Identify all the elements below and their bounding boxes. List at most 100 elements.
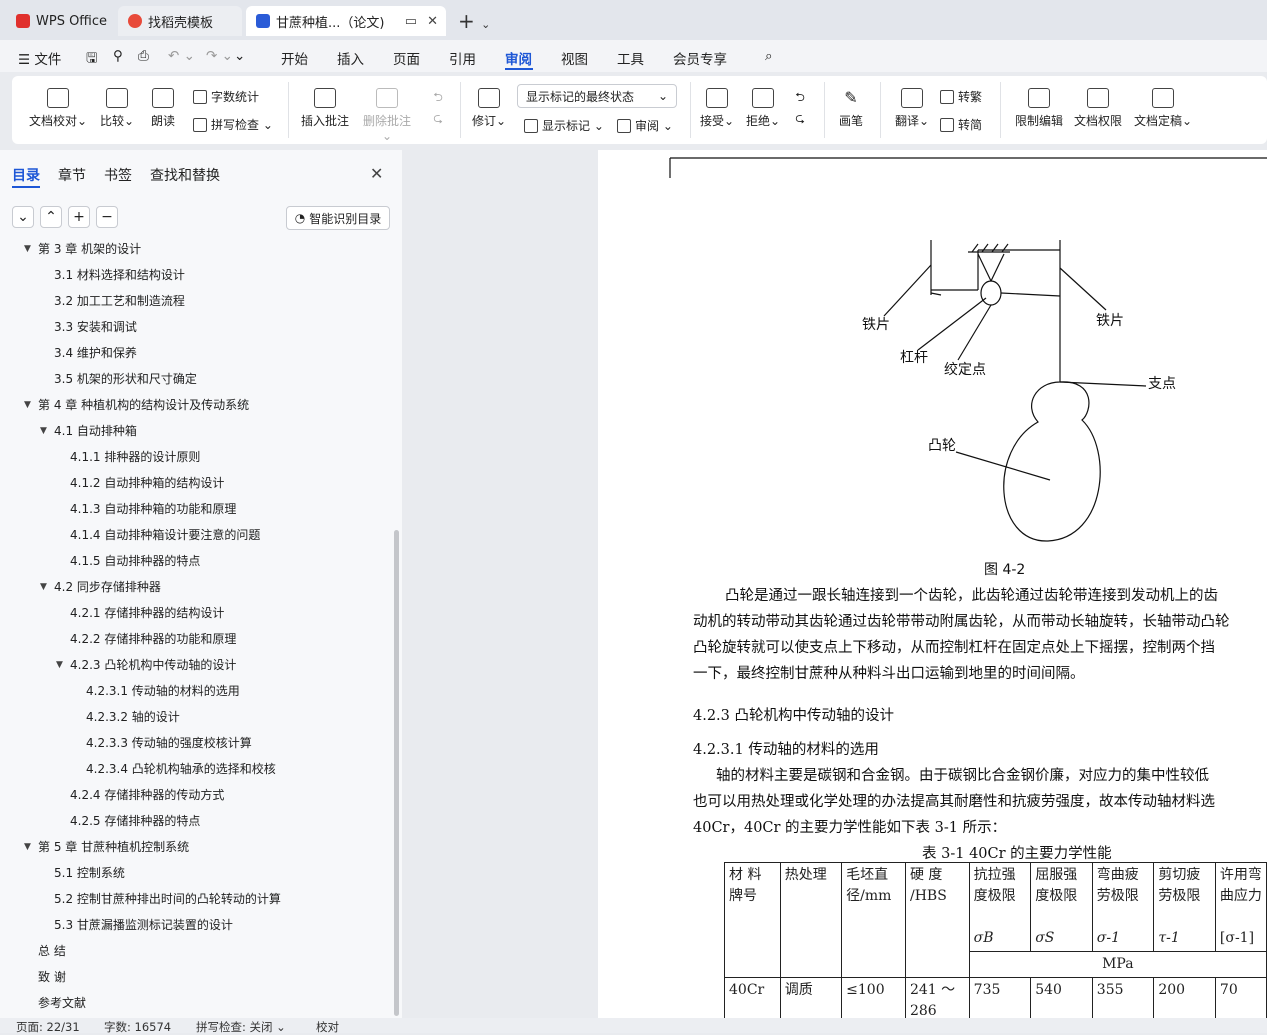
toc-item[interactable]: 总 结	[38, 942, 66, 959]
smart-toc-button[interactable]: ◔ 智能识别目录	[286, 206, 390, 230]
toc-item[interactable]: 4.1.2 自动排种箱的结构设计	[70, 474, 224, 491]
compare-button[interactable]: 比较⌄	[96, 88, 138, 129]
caret-down-icon[interactable]: ▼	[24, 400, 31, 410]
header-cell: 热处理	[779, 862, 843, 978]
toc-item[interactable]: 3.1 材料选择和结构设计	[54, 266, 185, 283]
close-icon[interactable]: ✕	[427, 14, 438, 29]
redo-icon[interactable]: ↷ ⌄	[206, 48, 233, 64]
toc-item[interactable]: 4.1.1 排种器的设计原则	[70, 448, 200, 465]
nav-tab-bookmarks[interactable]: 书签	[104, 165, 132, 185]
finalize-button[interactable]: 文档定稿⌄	[1132, 88, 1194, 129]
menu-tools[interactable]: 工具	[617, 48, 644, 68]
menu-view[interactable]: 视图	[561, 48, 588, 68]
restrict-edit-button[interactable]: 限制编辑	[1012, 88, 1066, 129]
nav-scrollbar[interactable]	[394, 530, 399, 1016]
nav-tab-toc[interactable]: 目录	[12, 165, 40, 185]
tab-template[interactable]: 找稻壳模板	[118, 6, 242, 36]
word-count-button[interactable]: 字数统计	[193, 88, 259, 105]
delete-comment-button[interactable]: 删除批注⌄	[358, 88, 416, 143]
menu-home[interactable]: 开始	[281, 48, 308, 68]
read-aloud-button[interactable]: 朗读	[146, 88, 180, 129]
caret-down-icon[interactable]: ▼	[40, 426, 47, 436]
tab-document[interactable]: 甘蔗种植...（论文) ▭ ✕	[246, 6, 446, 36]
search-icon[interactable]: ⌕	[765, 48, 773, 64]
tab-wps-office[interactable]: WPS Office	[6, 6, 114, 36]
to-simplified-button[interactable]: 转简	[940, 116, 982, 133]
new-tab-button[interactable]: + ⌄	[458, 9, 490, 33]
caret-down-icon[interactable]: ▼	[40, 582, 47, 592]
caret-down-icon[interactable]: ▼	[56, 660, 63, 670]
toc-item[interactable]: 4.2.3.2 轴的设计	[86, 708, 180, 725]
close-panel-icon[interactable]: ✕	[370, 164, 383, 183]
toc-item[interactable]: 致 谢	[38, 968, 66, 985]
cell-text: 硬 度	[909, 867, 943, 883]
prev-comment-icon[interactable]: ⮌ ⮎	[428, 88, 448, 130]
show-markup-button[interactable]: 显示标记 ⌄	[524, 117, 604, 134]
toc-item[interactable]: 第 5 章 甘蔗种植机控制系统	[38, 838, 189, 855]
print-preview-icon[interactable]: ⎙	[138, 48, 149, 64]
add-heading-button[interactable]: +	[68, 206, 90, 228]
toc-item[interactable]: 参考文献	[38, 994, 86, 1011]
toc-item[interactable]: 5.1 控制系统	[54, 864, 125, 881]
menu-member[interactable]: 会员专享	[673, 48, 727, 68]
toc-item[interactable]: 第 3 章 机架的设计	[38, 240, 141, 257]
doc-proofread-button[interactable]: 文档校对⌄	[28, 88, 88, 129]
prev-next-change-icon[interactable]: ⮌ ⮎	[790, 88, 810, 130]
divider	[880, 82, 881, 138]
review-pane-button[interactable]: 审阅 ⌄	[617, 117, 673, 134]
accept-button[interactable]: 接受⌄	[698, 88, 736, 129]
menu-page[interactable]: 页面	[393, 48, 420, 68]
pen-button[interactable]: ✎ 画笔	[835, 88, 867, 129]
monitor-icon[interactable]: ▭	[405, 14, 417, 29]
toc-item[interactable]: 3.5 机架的形状和尺寸确定	[54, 370, 197, 387]
reject-button[interactable]: 拒绝⌄	[744, 88, 782, 129]
toc-item[interactable]: 4.2.3 凸轮机构中传动轴的设计	[70, 656, 236, 673]
menu-insert[interactable]: 插入	[337, 48, 364, 68]
translate-button[interactable]: 翻译⌄	[892, 88, 932, 129]
toc-item[interactable]: 4.2.1 存储排种器的结构设计	[70, 604, 224, 621]
toc-item[interactable]: 第 4 章 种植机构的结构设计及传动系统	[38, 396, 249, 413]
spell-check-button[interactable]: 拼写检查 ⌄	[193, 116, 273, 133]
caret-down-icon[interactable]: ▼	[24, 244, 31, 254]
toc-item[interactable]: 4.2.3.3 传动轴的强度校核计算	[86, 734, 252, 751]
cell-text: ≤100	[846, 982, 885, 998]
more-chevron-icon[interactable]: ⌄	[234, 48, 245, 64]
toc-item[interactable]: 4.1.3 自动排种箱的功能和原理	[70, 500, 236, 517]
collapse-up-button[interactable]: ⌃	[40, 206, 62, 228]
header-cell: 材 料牌号	[724, 862, 781, 978]
nav-tab-sections[interactable]: 章节	[58, 165, 86, 185]
doc-permission-button[interactable]: 文档权限	[1072, 88, 1124, 129]
traditional-icon	[940, 89, 954, 104]
remove-heading-button[interactable]: −	[96, 206, 118, 228]
menu-review[interactable]: 审阅	[505, 48, 532, 68]
toc-item[interactable]: 4.2.2 存储排种器的功能和原理	[70, 630, 236, 647]
menu-references[interactable]: 引用	[449, 48, 476, 68]
toc-item[interactable]: 3.3 安装和调试	[54, 318, 137, 335]
share-icon[interactable]: ⚲	[113, 48, 123, 64]
toc-item[interactable]: 4.2 同步存储排种器	[54, 578, 161, 595]
track-changes-button[interactable]: 修订⌄	[470, 88, 508, 129]
undo-icon[interactable]: ↶ ⌄	[168, 48, 195, 64]
file-menu[interactable]: ☰ 文件	[18, 48, 61, 68]
cell-text: 劳极限	[1158, 888, 1201, 904]
toc-item[interactable]: 4.1.4 自动排种箱设计要注意的问题	[70, 526, 260, 543]
toc-item[interactable]: 3.4 维护和保养	[54, 344, 137, 361]
save-icon[interactable]: 🖫	[86, 48, 98, 71]
to-traditional-button[interactable]: 转繁	[940, 88, 982, 105]
toc-item[interactable]: 4.1.5 自动排种器的特点	[70, 552, 200, 569]
toc-item[interactable]: 4.2.5 存储排种器的特点	[70, 812, 200, 829]
caret-down-icon[interactable]: ▼	[24, 842, 31, 852]
toc-item[interactable]: 4.2.3.4 凸轮机构轴承的选择和校核	[86, 760, 276, 777]
cell-text: MPa	[1102, 956, 1134, 972]
insert-comment-button[interactable]: 插入批注	[298, 88, 352, 129]
toc-item[interactable]: 4.2.4 存储排种器的传动方式	[70, 786, 224, 803]
expand-down-button[interactable]: ⌄	[12, 206, 34, 228]
toc-item[interactable]: 5.3 甘蔗漏播监测标记装置的设计	[54, 916, 233, 933]
nav-tab-find-replace[interactable]: 查找和替换	[150, 165, 220, 185]
toc-item[interactable]: 3.2 加工工艺和制造流程	[54, 292, 185, 309]
toc-item[interactable]: 5.2 控制甘蔗种排出时间的凸轮转动的计算	[54, 890, 281, 907]
toc-item[interactable]: 4.1 自动排种箱	[54, 422, 137, 439]
cell-text: 调质	[784, 982, 813, 998]
toc-item[interactable]: 4.2.3.1 传动轴的材料的选用	[86, 682, 240, 699]
markup-state-select[interactable]: 显示标记的最终状态 ⌄	[517, 84, 677, 108]
